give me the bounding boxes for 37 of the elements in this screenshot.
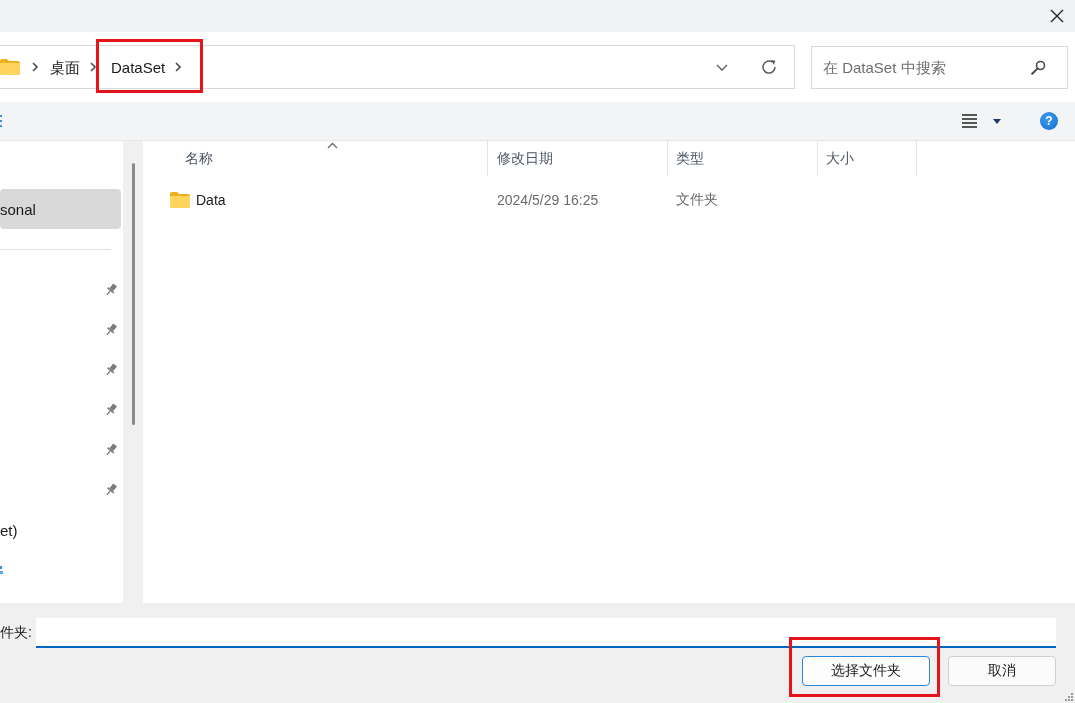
chevron-right-icon xyxy=(89,62,97,72)
pin-icon xyxy=(104,363,118,377)
folder-name-field[interactable] xyxy=(35,618,1056,648)
refresh-icon[interactable] xyxy=(761,59,777,75)
chevron-right-icon xyxy=(174,62,183,72)
pin-icon xyxy=(104,403,118,417)
nav-item[interactable]: sonal xyxy=(0,189,121,229)
column-header[interactable]: 大小 xyxy=(817,141,917,176)
pin-icon xyxy=(104,483,118,497)
search-icon[interactable] xyxy=(1031,59,1046,75)
cancel-button[interactable]: 取消 xyxy=(948,656,1056,686)
nav-item[interactable]: et) xyxy=(0,510,121,550)
column-header[interactable]: 名称 xyxy=(145,141,487,176)
folder-icon xyxy=(0,59,20,75)
caret-down-icon[interactable] xyxy=(993,118,1001,124)
folder-icon xyxy=(170,192,190,208)
list-view-icon[interactable] xyxy=(962,114,977,128)
partial-icon xyxy=(0,115,3,127)
date-cell: 2024/5/29 16:25 xyxy=(497,192,599,208)
resize-grip-icon[interactable] xyxy=(1065,693,1073,701)
partial-icon xyxy=(0,566,3,574)
chevron-down-icon[interactable] xyxy=(716,63,728,71)
chevron-right-icon xyxy=(31,62,39,72)
type-cell: 文件夹 xyxy=(676,191,718,209)
folder-label: 件夹: xyxy=(0,624,32,642)
pin-icon xyxy=(104,443,118,457)
confirm-button[interactable]: 选择文件夹 xyxy=(802,656,930,686)
file-name[interactable]: Data xyxy=(196,192,226,208)
pin-icon xyxy=(104,283,118,297)
scrollbar-thumb[interactable] xyxy=(132,163,135,425)
breadcrumb-item[interactable]: DataSet xyxy=(111,58,166,76)
close-icon xyxy=(1050,9,1064,23)
search-field[interactable]: 在 DataSet 中搜索 xyxy=(811,45,1068,89)
column-header[interactable]: 修改日期 xyxy=(487,141,667,176)
column-header[interactable]: 类型 xyxy=(667,141,817,176)
pin-icon xyxy=(104,323,118,337)
breadcrumb-item[interactable]: 桌面 xyxy=(50,58,80,76)
